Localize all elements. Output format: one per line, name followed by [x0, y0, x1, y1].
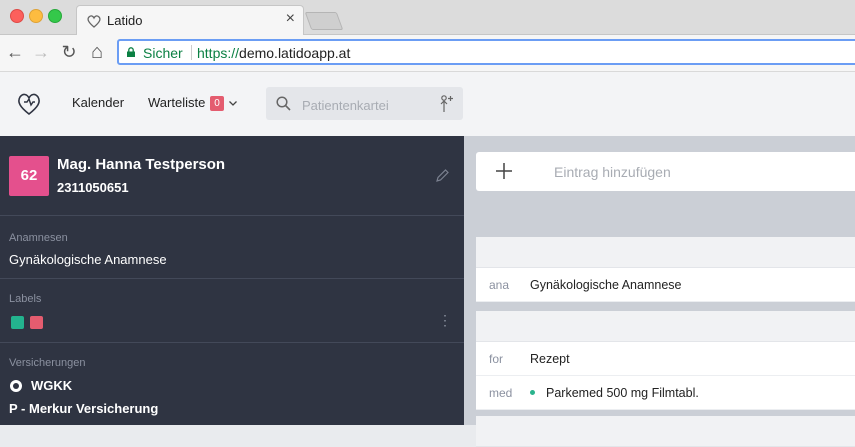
plus-icon[interactable]	[494, 161, 514, 181]
app-header: Kalender Warteliste 0	[0, 72, 855, 136]
entry-group: for Rezept med Parkemed 500 mg Filmtabl.	[476, 311, 855, 410]
browser-toolbar: ← → ↻ ⌂ Sicher https://demo.latidoapp.at	[0, 35, 855, 72]
address-bar[interactable]: Sicher https://demo.latidoapp.at	[117, 39, 855, 65]
patient-id: 2311050651	[57, 180, 129, 195]
entry-row[interactable]: ana Gynäkologische Anamnese	[476, 268, 855, 302]
url-protocol: https://	[197, 45, 240, 61]
address-separator	[191, 45, 192, 60]
home-icon[interactable]: ⌂	[86, 40, 108, 64]
url-host: demo.latidoapp.at	[239, 45, 351, 61]
pencil-icon[interactable]	[435, 168, 450, 183]
nav-calendar[interactable]: Kalender	[72, 95, 124, 110]
secure-label: Sicher	[143, 45, 183, 61]
entry-text: Gynäkologische Anamnese	[530, 278, 682, 292]
tab-close-icon[interactable]: ×	[286, 10, 295, 28]
insurance-primary: WGKK	[31, 378, 73, 393]
window-zoom-button[interactable]	[48, 9, 62, 23]
window-minimize-button[interactable]	[29, 9, 43, 23]
entry-group	[476, 416, 855, 447]
window-close-button[interactable]	[10, 9, 24, 23]
lock-icon	[127, 47, 135, 57]
entry-type: for	[489, 352, 504, 366]
add-entry-bar[interactable]: Eintrag hinzufügen	[476, 152, 855, 191]
sidebar-divider	[0, 342, 464, 343]
labels-more-icon[interactable]: ⋮	[438, 312, 452, 328]
entry-text: Rezept	[530, 352, 570, 366]
entry-row[interactable]: for Rezept	[476, 342, 855, 376]
patient-sidebar: 62 Mag. Hanna Testperson 2311050651 Anam…	[0, 136, 464, 425]
back-icon[interactable]: ←	[4, 40, 26, 64]
latido-heart-icon	[87, 15, 101, 28]
patient-search	[266, 87, 463, 120]
entry-type: med	[489, 386, 513, 400]
waitlist-count-badge: 0	[210, 96, 224, 111]
medication-status-dot	[530, 390, 535, 395]
browser-tabstrip: Latido ×	[0, 0, 855, 36]
label-swatch-green[interactable]	[11, 316, 24, 329]
chevron-down-icon[interactable]	[228, 98, 238, 108]
patient-avatar: 62	[9, 156, 49, 196]
sidebar-divider	[0, 215, 464, 216]
entry-row[interactable]: med Parkemed 500 mg Filmtabl.	[476, 376, 855, 410]
reload-icon[interactable]: ↻	[58, 40, 80, 64]
url-text: https://demo.latidoapp.at	[197, 45, 350, 61]
anamnesen-label: Anamnesen	[9, 232, 68, 244]
browser-tab[interactable]: Latido ×	[76, 5, 304, 36]
insurance-radio[interactable]	[10, 380, 22, 392]
label-swatch-red[interactable]	[30, 316, 43, 329]
patient-search-input[interactable]	[300, 95, 424, 115]
new-tab-button[interactable]	[304, 12, 344, 30]
insurance-label: Versicherungen	[9, 357, 86, 369]
patient-name: Mag. Hanna Testperson	[57, 156, 226, 173]
entry-group: ana Gynäkologische Anamnese	[476, 237, 855, 302]
latido-logo-icon[interactable]	[14, 88, 44, 118]
patient-record: Eintrag hinzufügen ana Gynäkologische An…	[464, 136, 855, 447]
forward-icon[interactable]: →	[30, 40, 52, 64]
labels-label: Labels	[9, 293, 42, 305]
nav-waitlist[interactable]: Warteliste	[148, 95, 205, 110]
tab-title: Latido	[107, 13, 143, 28]
entry-type: ana	[489, 278, 510, 292]
sidebar-divider	[0, 278, 464, 279]
add-patient-icon[interactable]	[438, 95, 454, 113]
anamnesen-value[interactable]: Gynäkologische Anamnese	[9, 252, 167, 267]
entry-group-header	[476, 416, 855, 447]
insurance-secondary: P - Merkur Versicherung	[9, 401, 159, 416]
entry-group-header	[476, 237, 855, 268]
add-entry-label: Eintrag hinzufügen	[554, 164, 671, 180]
entry-group-header	[476, 311, 855, 342]
entry-text: Parkemed 500 mg Filmtabl.	[546, 386, 699, 400]
search-icon	[276, 96, 291, 111]
